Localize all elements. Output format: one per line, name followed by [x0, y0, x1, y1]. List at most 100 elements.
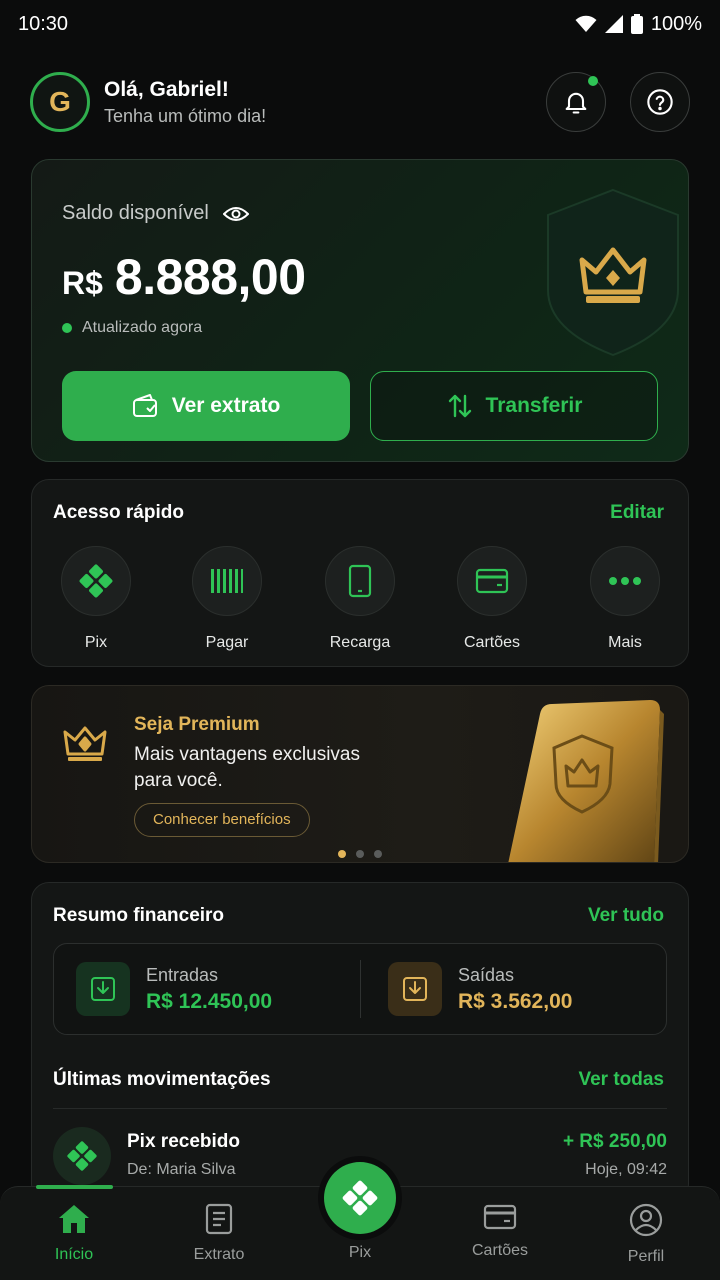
- nav-home[interactable]: Início: [19, 1203, 129, 1264]
- income-text: Entradas R$ 12.450,00: [146, 965, 272, 1014]
- quick-item-label: Pix: [84, 634, 108, 651]
- nav-label: Início: [54, 1246, 94, 1263]
- carousel-dot[interactable]: [356, 850, 364, 858]
- nav-statement[interactable]: Extrato: [164, 1203, 274, 1264]
- transactions-divider: [53, 1108, 667, 1109]
- quick-item-more[interactable]: Mais: [570, 546, 680, 652]
- quick-item-label: Recarga: [329, 634, 391, 651]
- notifications-button[interactable]: [546, 72, 606, 132]
- quick-item-pay-circle: [192, 546, 262, 616]
- carousel-dot-active[interactable]: [338, 850, 346, 858]
- balance-value: 8.888,00: [114, 249, 306, 305]
- wallet-icon: [132, 394, 157, 417]
- balance-label-row: Saldo disponível: [62, 202, 249, 225]
- status-icons: 100%: [575, 13, 702, 36]
- barcode-icon: [211, 569, 243, 593]
- premium-banner[interactable]: Seja Premium Mais vantagens exclusivas p…: [31, 685, 689, 863]
- expense-icon-box: [388, 962, 442, 1016]
- quick-access-card: Acesso rápido Editar Pix Pagar Recarga C…: [31, 479, 689, 667]
- quick-item-pix[interactable]: Pix: [41, 546, 151, 652]
- nav-label: Perfil: [627, 1248, 665, 1265]
- notification-dot: [588, 76, 598, 86]
- see-all-summary-link[interactable]: Ver tudo: [588, 905, 664, 927]
- gold-card-image: [508, 700, 664, 862]
- quick-item-label: Cartões: [463, 634, 521, 651]
- balance-label: Saldo disponível: [62, 202, 209, 224]
- quick-item-label: Pagar: [205, 634, 249, 651]
- nav-pix-label: Pix: [348, 1244, 372, 1261]
- transfer-arrows-icon: [448, 394, 471, 418]
- income-label: Entradas: [146, 964, 219, 985]
- nav-profile[interactable]: Perfil: [591, 1203, 701, 1266]
- status-time: 10:30: [18, 12, 69, 35]
- pix-icon: [79, 564, 113, 598]
- active-tab-indicator: [36, 1185, 113, 1189]
- eye-icon[interactable]: [222, 205, 249, 223]
- transaction-icon-circle: [53, 1127, 111, 1185]
- download-tray-icon: [91, 977, 115, 1001]
- balance-currency: R$: [62, 265, 103, 301]
- updated-text: Atualizado agora: [82, 319, 203, 336]
- greeting-block: Olá, Gabriel! Tenha um ótimo dia!: [104, 78, 266, 127]
- nav-label: Cartões: [471, 1242, 529, 1259]
- income-stat[interactable]: Entradas R$ 12.450,00: [76, 962, 272, 1016]
- expense-value: R$ 3.562,00: [458, 989, 573, 1013]
- greeting-subtitle: Tenha um ótimo dia!: [104, 105, 267, 126]
- view-statement-label: Ver extrato: [171, 394, 281, 417]
- balance-card: Saldo disponível R$ 8.888,00 Atualizado …: [31, 159, 689, 462]
- quick-item-recharge-circle: [325, 546, 395, 616]
- quick-access-title: Acesso rápido: [53, 502, 184, 523]
- quick-item-cards[interactable]: Cartões: [437, 546, 547, 652]
- crown-shield-icon: [547, 188, 679, 357]
- financial-summary-card: Resumo financeiro Ver tudo Entradas R$ 1…: [31, 882, 689, 1202]
- nav-label: Extrato: [193, 1246, 245, 1263]
- battery-percent: 100%: [650, 12, 702, 35]
- see-all-transactions-link[interactable]: Ver todas: [578, 1069, 664, 1091]
- header: G Olá, Gabriel! Tenha um ótimo dia!: [30, 70, 690, 134]
- carousel-dot[interactable]: [374, 850, 382, 858]
- expense-label: Saídas: [458, 964, 515, 985]
- premium-title: Seja Premium: [134, 714, 260, 735]
- income-value: R$ 12.450,00: [146, 989, 273, 1013]
- help-button[interactable]: [630, 72, 690, 132]
- transfer-button[interactable]: Transferir: [370, 371, 658, 441]
- avatar[interactable]: G: [30, 72, 90, 132]
- status-bar: 10:30 100%: [0, 0, 720, 48]
- pix-icon: [342, 1180, 378, 1216]
- pix-fab-button[interactable]: [324, 1162, 396, 1234]
- nav-cards[interactable]: Cartões: [445, 1203, 555, 1260]
- balance-updated: Atualizado agora: [62, 319, 202, 337]
- transfer-label: Transferir: [485, 394, 583, 417]
- quick-item-recharge[interactable]: Recarga: [305, 546, 415, 652]
- premium-description: Mais vantagens exclusivas para você.: [134, 744, 360, 791]
- summary-stats: Entradas R$ 12.450,00 Saídas R$ 3.562,00: [53, 943, 667, 1035]
- transactions-title: Últimas movimentações: [53, 1069, 271, 1090]
- view-statement-button[interactable]: Ver extrato: [62, 371, 350, 441]
- quick-item-pay[interactable]: Pagar: [172, 546, 282, 652]
- transaction-title: Pix recebido: [127, 1131, 240, 1152]
- balance-amount: R$ 8.888,00: [62, 248, 306, 306]
- more-icon: [609, 577, 641, 585]
- card-icon: [483, 1204, 517, 1230]
- card-icon: [475, 568, 509, 594]
- summary-title: Resumo financeiro: [53, 905, 225, 926]
- outbox-tray-icon: [403, 977, 427, 1001]
- greeting: Olá, Gabriel!: [104, 77, 229, 101]
- quick-item-label: Mais: [608, 634, 642, 651]
- quick-item-more-circle: [590, 546, 660, 616]
- transaction-amount: + R$ 250,00: [562, 1131, 667, 1152]
- document-icon: [205, 1203, 233, 1235]
- crown-icon: [63, 726, 107, 761]
- wifi-icon: [575, 15, 597, 32]
- transaction-from: De: Maria Silva: [127, 1161, 236, 1178]
- transaction-time: Hoje, 09:42: [585, 1161, 667, 1178]
- edit-link[interactable]: Editar: [610, 502, 664, 524]
- battery-icon: [630, 14, 643, 34]
- carousel-dots[interactable]: [338, 850, 382, 858]
- expense-text: Saídas R$ 3.562,00: [458, 965, 572, 1014]
- signal-icon: [604, 15, 623, 33]
- quick-item-cards-circle: [457, 546, 527, 616]
- stats-divider: [360, 960, 361, 1018]
- premium-benefits-button[interactable]: Conhecer benefícios: [134, 803, 310, 837]
- expense-stat[interactable]: Saídas R$ 3.562,00: [388, 962, 572, 1016]
